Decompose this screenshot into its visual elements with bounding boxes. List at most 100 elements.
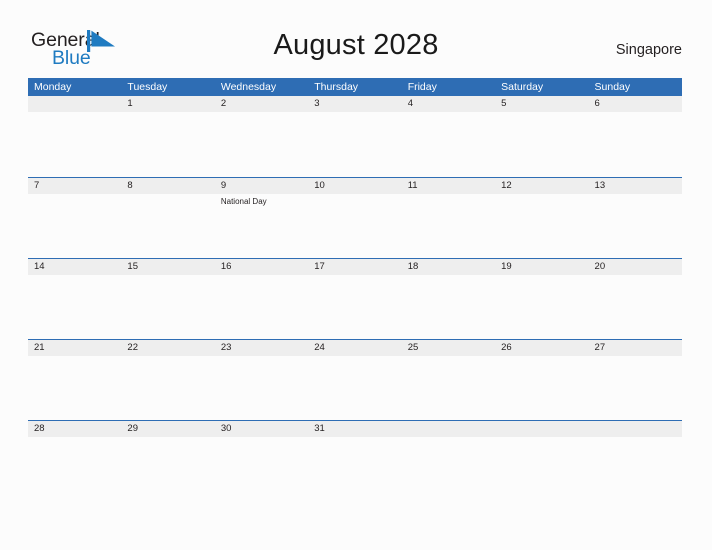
calendar-week-row: 7 8 9 National Day 10 11 12 13: [28, 177, 682, 258]
day-cell-12[interactable]: 12: [495, 178, 588, 259]
day-events: [595, 112, 682, 114]
day-events: [595, 437, 682, 439]
calendar-grid: Monday Tuesday Wednesday Thursday Friday Satu…: [28, 78, 682, 501]
day-events: [595, 194, 682, 196]
day-number: 16: [220, 261, 232, 272]
day-number: [595, 421, 682, 437]
day-events: [501, 356, 588, 358]
day-events: [408, 356, 495, 358]
day-cell-3[interactable]: 3: [308, 96, 401, 177]
day-events: [314, 275, 401, 277]
day-cell-29[interactable]: 29: [121, 421, 214, 502]
day-number: 14: [34, 261, 45, 272]
day-cell-7[interactable]: 7: [28, 178, 121, 259]
day-number: 18: [407, 261, 419, 272]
day-events: [127, 437, 214, 439]
day-number: 21: [34, 342, 45, 353]
day-number: 7: [34, 180, 40, 191]
week-rows-container: 1 2 3 4 5 6 7 8 9 National Day 10 11 12 13 14 15 16 17 18 1…: [28, 96, 682, 501]
day-cell-11[interactable]: 11: [402, 178, 495, 259]
day-cell-25[interactable]: 25: [402, 340, 495, 421]
day-cell-13[interactable]: 13: [589, 178, 682, 259]
weekday-header-monday: Monday: [34, 81, 72, 93]
day-cell-8[interactable]: 8: [121, 178, 214, 259]
day-cell-6[interactable]: 6: [589, 96, 682, 177]
day-cell-10[interactable]: 10: [308, 178, 401, 259]
day-number: 3: [314, 98, 320, 109]
calendar-week-row: 21 22 23 24 25 26 27: [28, 339, 682, 420]
day-events: [127, 356, 214, 358]
day-number: 27: [594, 342, 606, 353]
day-cell-23[interactable]: 23: [215, 340, 308, 421]
day-events: [221, 112, 308, 114]
day-number: 15: [127, 261, 138, 272]
day-events: [314, 194, 401, 196]
day-cell-4[interactable]: 4: [402, 96, 495, 177]
weekday-header-thursday: Thursday: [314, 81, 359, 93]
day-events: [501, 194, 588, 196]
day-number: 29: [127, 423, 138, 434]
day-number: 5: [501, 98, 507, 109]
day-cell-14[interactable]: 14: [28, 259, 121, 340]
day-number: 4: [407, 98, 413, 109]
day-number: [501, 421, 588, 437]
day-cell-2[interactable]: 2: [215, 96, 308, 177]
day-cell-1[interactable]: 1: [121, 96, 214, 177]
day-number: 11: [407, 180, 418, 191]
day-events: [127, 275, 214, 277]
day-cell-30[interactable]: 30: [215, 421, 308, 502]
day-events: [221, 275, 308, 277]
day-events: [408, 194, 495, 196]
day-cell-16[interactable]: 16: [215, 259, 308, 340]
day-cell-18[interactable]: 18: [402, 259, 495, 340]
day-cell-20[interactable]: 20: [589, 259, 682, 340]
calendar-page: General Blue August 2028 Singapore Monda…: [0, 0, 712, 550]
day-events: [34, 275, 121, 277]
day-events: [314, 437, 401, 439]
day-cells: 28 29 30 31: [28, 421, 682, 502]
country-label: Singapore: [615, 42, 682, 58]
page-title: August 2028: [273, 29, 439, 61]
day-cell-19[interactable]: 19: [495, 259, 588, 340]
day-cell-15[interactable]: 15: [121, 259, 214, 340]
day-number: 28: [34, 423, 45, 434]
day-cell-9[interactable]: 9 National Day: [215, 178, 308, 259]
day-cell-22[interactable]: 22: [121, 340, 214, 421]
day-number: 20: [594, 261, 606, 272]
day-cell-21[interactable]: 21: [28, 340, 121, 421]
day-cell-27[interactable]: 27: [589, 340, 682, 421]
day-events: National Day: [221, 194, 308, 207]
day-events: [408, 275, 495, 277]
day-events: [501, 112, 588, 114]
day-cell-empty: [495, 421, 588, 502]
day-cell-28[interactable]: 28: [28, 421, 121, 502]
day-number: 8: [127, 180, 133, 191]
day-number: [408, 421, 495, 437]
day-cell-empty: [28, 96, 121, 177]
weekday-header-row: Monday Tuesday Wednesday Thursday Friday Satu…: [28, 78, 682, 96]
day-cell-5[interactable]: 5: [495, 96, 588, 177]
day-events: [595, 275, 682, 277]
day-events: [127, 194, 214, 196]
day-events: [34, 112, 121, 114]
day-number: 30: [220, 423, 232, 434]
weekday-header-wednesday: Wednesday: [220, 81, 277, 93]
weekday-header-saturday: Saturday: [501, 81, 544, 93]
weekday-header-tuesday: Tuesday: [127, 81, 168, 93]
day-cell-31[interactable]: 31: [308, 421, 401, 502]
day-cell-26[interactable]: 26: [495, 340, 588, 421]
day-events: [408, 112, 495, 114]
day-events: [314, 356, 401, 358]
day-number: 31: [314, 423, 325, 434]
holiday-label: National Day: [220, 197, 267, 206]
day-events: [34, 356, 121, 358]
day-number: 1: [127, 98, 133, 109]
weekday-header-friday: Friday: [407, 81, 437, 93]
day-cells: 7 8 9 National Day 10 11 12 13: [28, 178, 682, 259]
day-events: [595, 356, 682, 358]
day-cells: 1 2 3 4 5 6: [28, 96, 682, 177]
day-number: 24: [314, 342, 325, 353]
day-number: 2: [220, 98, 227, 109]
day-cell-17[interactable]: 17: [308, 259, 401, 340]
day-cell-24[interactable]: 24: [308, 340, 401, 421]
